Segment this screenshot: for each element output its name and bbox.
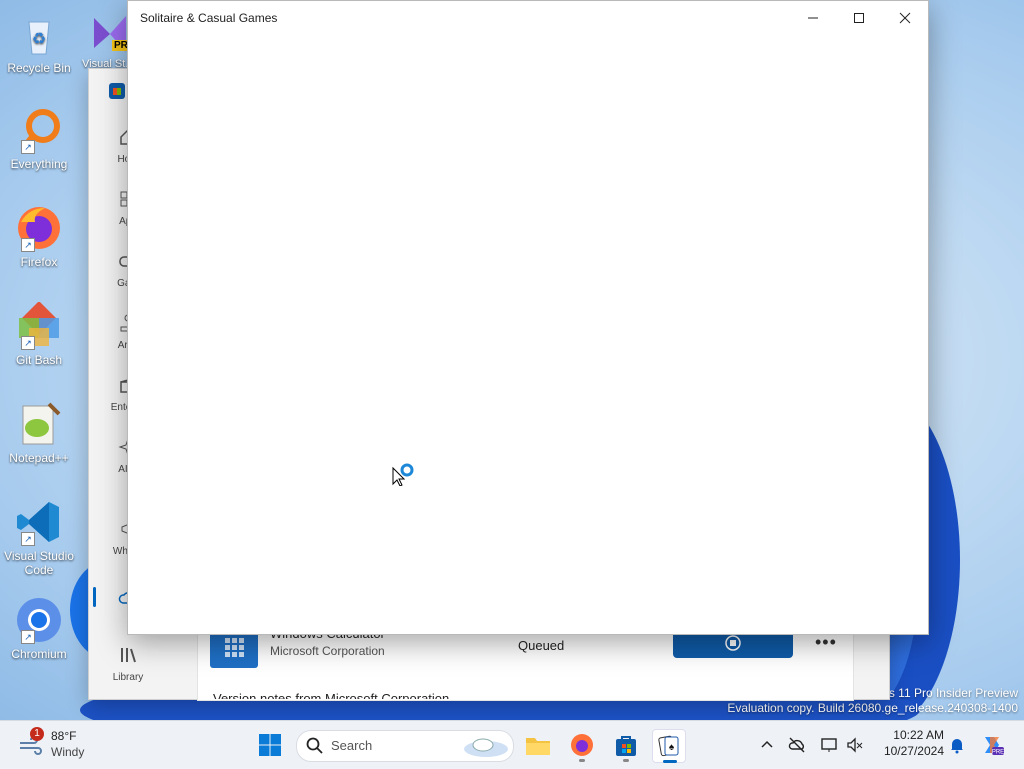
search-placeholder: Search bbox=[331, 738, 373, 753]
notification-bell-icon[interactable] bbox=[948, 736, 966, 754]
solitaire-titlebar[interactable]: Solitaire & Casual Games bbox=[128, 1, 928, 34]
close-button[interactable] bbox=[882, 1, 928, 34]
network-icon[interactable] bbox=[820, 736, 838, 754]
running-indicator bbox=[623, 759, 629, 762]
library-icon bbox=[121, 648, 136, 663]
folder-icon bbox=[526, 738, 550, 755]
store-nav-label: Library bbox=[112, 672, 144, 683]
watermark-build: Evaluation copy. Build 26080.ge_release.… bbox=[727, 701, 1018, 715]
firefox-icon: ↗ bbox=[15, 204, 63, 252]
taskbar-firefox[interactable] bbox=[566, 729, 598, 762]
desktop-icon-label: Visual Studio Code bbox=[4, 549, 74, 577]
firefox-icon bbox=[571, 734, 593, 756]
desktop-icon-label: Firefox bbox=[20, 255, 58, 269]
stop-icon bbox=[725, 635, 741, 651]
taskbar-solitaire[interactable]: ♠ bbox=[652, 729, 686, 763]
desktop-icon-visual-studio-partial[interactable]: PR Visual St... bbox=[82, 12, 134, 72]
desktop-icon-notepad-plus-plus[interactable]: Notepad++ bbox=[4, 400, 74, 465]
desktop-icon-git-bash[interactable]: ↗ Git Bash bbox=[4, 301, 74, 367]
watermark-edition: ws 11 Pro Insider Preview bbox=[880, 686, 1018, 700]
chevron-up-icon[interactable] bbox=[758, 736, 776, 754]
desktop-icon-firefox[interactable]: ↗ Firefox bbox=[4, 204, 74, 269]
magnifier-icon: ↗ bbox=[15, 106, 63, 154]
clock[interactable]: 10:22 AM 10/27/2024 bbox=[876, 728, 944, 758]
window-title: Solitaire & Casual Games bbox=[140, 11, 278, 25]
svg-text:♻: ♻ bbox=[32, 31, 46, 48]
shortcut-arrow-icon: ↗ bbox=[21, 336, 35, 350]
solitaire-content-area bbox=[128, 34, 928, 634]
solitaire-window[interactable]: Solitaire & Casual Games bbox=[127, 0, 929, 635]
svg-text:PRE: PRE bbox=[992, 750, 1004, 756]
desktop-icon-chromium[interactable]: ↗ Chromium bbox=[4, 596, 74, 661]
weather-condition: Windy bbox=[51, 745, 85, 759]
desktop-icon-label: Everything bbox=[10, 157, 68, 171]
recycle-bin-icon: ♻ bbox=[15, 10, 63, 58]
solitaire-cards-icon: ♠ bbox=[658, 735, 679, 757]
cloud-offline-icon[interactable] bbox=[788, 736, 806, 754]
taskbar-file-explorer[interactable] bbox=[522, 729, 554, 761]
desktop-icon-label: Recycle Bin bbox=[7, 61, 71, 75]
maximize-button[interactable] bbox=[836, 1, 882, 34]
store-nav-library[interactable]: Library bbox=[89, 645, 167, 683]
shortcut-arrow-icon: ↗ bbox=[21, 140, 35, 154]
taskbar-search-box[interactable]: Search bbox=[296, 730, 514, 762]
download-item-publisher: Microsoft Corporation bbox=[270, 644, 385, 658]
copilot-button[interactable]: PRE bbox=[980, 733, 1004, 757]
busy-cursor-icon bbox=[392, 463, 414, 486]
desktop-icon-recycle-bin[interactable]: ♻ Recycle Bin bbox=[4, 10, 74, 75]
copilot-icon: PRE bbox=[985, 737, 1004, 756]
windows-logo-icon bbox=[259, 734, 281, 756]
minimize-icon bbox=[808, 17, 818, 18]
store-logo-icon bbox=[109, 83, 125, 99]
clock-date: 10/27/2024 bbox=[883, 744, 944, 758]
start-button[interactable] bbox=[254, 729, 286, 761]
active-indicator bbox=[663, 760, 677, 763]
download-item-status: Queued bbox=[518, 638, 565, 653]
more-options-icon[interactable]: ••• bbox=[815, 632, 837, 653]
chromium-icon: ↗ bbox=[15, 596, 63, 644]
maximize-icon bbox=[854, 12, 864, 23]
close-icon bbox=[899, 12, 911, 23]
shortcut-arrow-icon: ↗ bbox=[21, 630, 35, 644]
desktop-icon-label: Git Bash bbox=[15, 353, 63, 367]
running-indicator bbox=[579, 759, 585, 762]
desktop-icon-vscode[interactable]: ↗ Visual Studio Code bbox=[4, 498, 74, 577]
desktop-icon-label: Notepad++ bbox=[9, 451, 69, 465]
taskbar-microsoft-store[interactable] bbox=[610, 729, 642, 762]
volume-muted-icon[interactable] bbox=[846, 736, 864, 754]
vscode-icon: ↗ bbox=[15, 498, 63, 546]
weather-alert-badge: 1 bbox=[30, 727, 44, 741]
search-icon bbox=[306, 737, 323, 754]
weather-temperature: 88°F bbox=[51, 729, 77, 743]
minimize-button[interactable] bbox=[790, 1, 836, 34]
version-notes-heading: Version notes from Microsoft Corporation bbox=[213, 691, 450, 699]
search-highlight-illustration bbox=[464, 738, 508, 757]
store-bag-icon bbox=[616, 736, 636, 756]
shortcut-arrow-icon: ↗ bbox=[21, 238, 35, 252]
shortcut-arrow-icon: ↗ bbox=[21, 532, 35, 546]
notepad-plus-plus-icon bbox=[15, 400, 63, 448]
clock-time: 10:22 AM bbox=[893, 728, 944, 742]
git-bash-icon: ↗ bbox=[15, 301, 63, 350]
weather-widget[interactable]: 1 88°F Windy bbox=[16, 727, 96, 763]
desktop-icon-label: Chromium bbox=[11, 647, 67, 661]
desktop-icon-everything[interactable]: ↗ Everything bbox=[4, 106, 74, 171]
taskbar: 1 88°F Windy Search ♠ 10:22 AM 10/27/202… bbox=[0, 720, 1024, 769]
svg-text:♠: ♠ bbox=[669, 742, 675, 753]
